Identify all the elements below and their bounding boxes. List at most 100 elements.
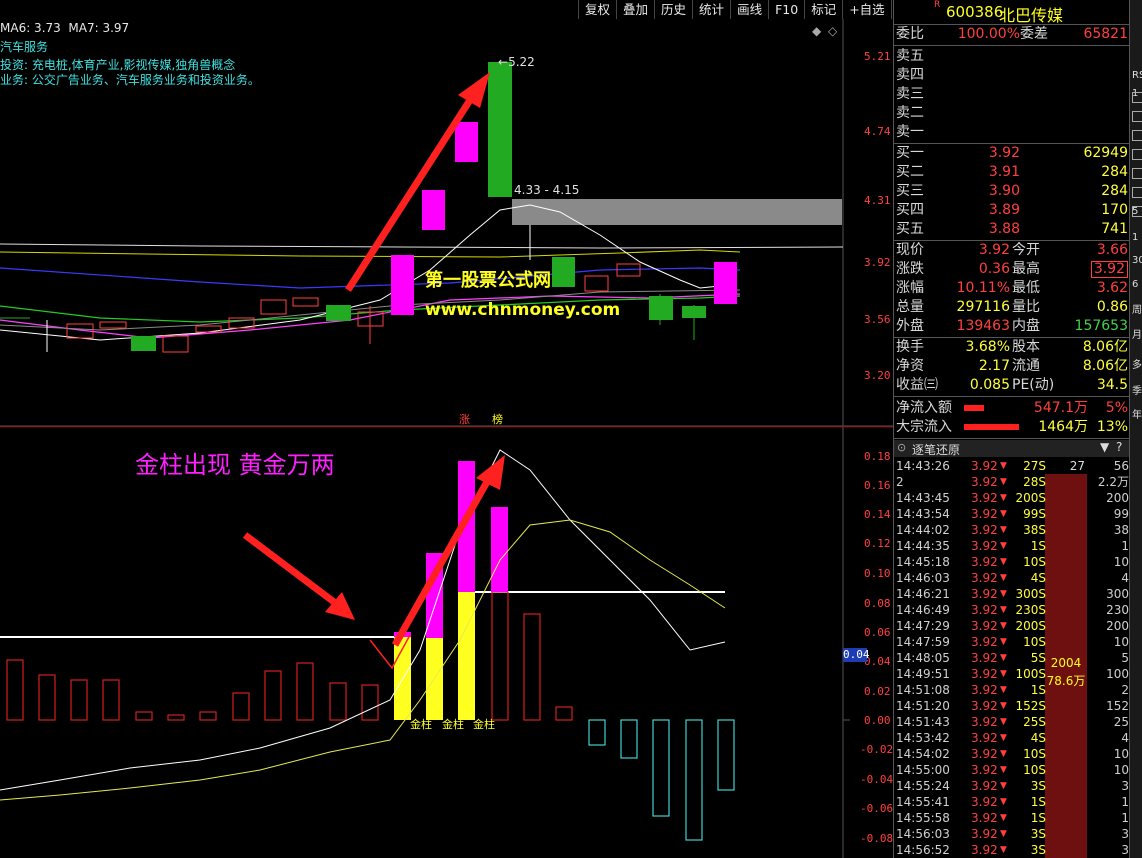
period-button[interactable]: 年 <box>1132 406 1142 421</box>
ask-level: 卖三 <box>896 86 924 102</box>
bid-level: 买四 3.89 170 <box>896 202 1128 218</box>
ticks-header[interactable]: ⊙ 逐笔还原 ▼ ? <box>894 440 1130 457</box>
period-button[interactable]: 30 <box>1132 255 1142 266</box>
r-mark: R <box>934 0 941 10</box>
tick-row: 14:46:03 3.92 ▼ 4S 4 <box>896 571 1129 585</box>
negative-bars <box>588 719 735 841</box>
indicator-tick: -0.04 <box>860 773 894 786</box>
indicator-tick: 0.16 <box>864 479 891 492</box>
golden-bar-label: 金柱 <box>442 718 464 731</box>
ma-legend: MA6: 3.73 MA7: 3.97 <box>0 21 129 35</box>
history-button[interactable]: 历史 <box>654 0 693 19</box>
tool-icon[interactable] <box>1132 187 1142 198</box>
price-tick: 5.21 <box>864 50 891 63</box>
tool-icon[interactable] <box>1132 168 1142 179</box>
tick-row: 14:47:29 3.92 ▼ 200S 200 <box>896 619 1129 633</box>
indicator-tick: 0.18 <box>864 450 891 463</box>
collapse-icon[interactable]: ⊙ <box>897 441 906 454</box>
indicator-tick: 0.12 <box>864 537 891 550</box>
quote-header: R 600386 北巴传媒 <box>894 0 1130 25</box>
limit-up-badge: 涨 <box>459 413 470 426</box>
stat-row: 净资 2.17 流通 8.06亿 <box>896 358 1128 374</box>
tool-icon[interactable] <box>1132 149 1142 160</box>
indicator-tick: 0.00 <box>864 714 891 727</box>
tick-row: 14:55:41 3.92 ▼ 1S 1 <box>896 795 1129 809</box>
period-button[interactable]: RS <box>1132 70 1142 81</box>
restore-rights-button[interactable]: 复权 <box>578 0 617 19</box>
minimize-icon[interactable]: ◇ <box>828 24 837 38</box>
ticks-title: 逐笔还原 <box>912 443 961 457</box>
period-button[interactable]: 月 <box>1132 326 1142 341</box>
toolbar: 复权 叠加 历史 统计 画线 F10 标记 +自选 返回 <box>578 0 929 19</box>
range-label: 4.33 - 4.15 <box>514 183 580 197</box>
period-button[interactable]: 1 <box>1132 232 1138 243</box>
mark-button[interactable]: 标记 <box>804 0 843 19</box>
bid-level: 买三 3.90 284 <box>896 183 1128 199</box>
tool-icon[interactable] <box>1132 92 1142 103</box>
tick-row: 14:48:05 3.92 ▼ 5S 5 <box>896 651 1129 665</box>
tool-icon[interactable] <box>1132 111 1142 122</box>
overlay-button[interactable]: 叠加 <box>616 0 655 19</box>
ask-level: 卖一 <box>896 124 924 140</box>
stat-row: 收益㈢ 0.085 PE(动) 34.5 <box>896 377 1128 393</box>
tick-row: 14:43:45 3.92 ▼ 200S 200 <box>896 491 1129 505</box>
stat-row: 总量 297116 量比 0.86 <box>896 299 1128 315</box>
price-tick: 3.20 <box>864 369 891 382</box>
indicator-tick: 0.02 <box>864 685 891 698</box>
bid-level: 买一 3.92 62949 <box>896 145 1128 161</box>
indicator-tick: 0.10 <box>864 567 891 580</box>
indicator-tick: -0.02 <box>860 743 894 756</box>
bid-level: 买二 3.91 284 <box>896 164 1128 180</box>
period-button[interactable]: 6 <box>1132 279 1138 290</box>
price-tick: 3.92 <box>864 256 891 269</box>
period-button[interactable]: 多 <box>1132 356 1142 371</box>
f10-button[interactable]: F10 <box>768 0 805 19</box>
watermark-title: 第一股票公式网 <box>425 270 551 291</box>
ma7-label: MA7: 3.97 <box>68 21 130 35</box>
tick-row: 14:44:35 3.92 ▼ 1S 1 <box>896 539 1129 553</box>
tool-icon[interactable] <box>1132 130 1142 141</box>
settings-icon[interactable]: ◆ <box>812 24 821 38</box>
period-button[interactable]: 周 <box>1132 301 1142 316</box>
ask-level: 卖二 <box>896 105 924 121</box>
tick-row: 14:51:20 3.92 ▼ 152S 152 <box>896 699 1129 713</box>
statistics-button[interactable]: 统计 <box>692 0 731 19</box>
indicator-tick: 0.14 <box>864 508 891 521</box>
draw-line-button[interactable]: 画线 <box>730 0 769 19</box>
ranking-badge: 榜 <box>492 413 503 426</box>
tick-row: 14:53:42 3.92 ▼ 4S 4 <box>896 731 1129 745</box>
tick-row: 14:55:00 3.92 ▼ 10S 10 <box>896 763 1129 777</box>
stat-row: 外盘 139463 内盘 157653 <box>896 318 1128 334</box>
ma6-label: MA6: 3.73 <box>0 21 61 35</box>
stat-row: 换手 3.68% 股本 8.06亿 <box>896 339 1128 355</box>
stat-row: 涨跌 0.36 最高 3.92 <box>894 260 1130 279</box>
price-tick: 4.74 <box>864 125 891 138</box>
flow-row: 大宗流入 1464万 13% <box>896 419 1128 435</box>
golden-bar-label: 金柱 <box>410 718 432 731</box>
current-indicator-value: 0.04 <box>843 648 870 662</box>
tick-row: 14:56:03 3.92 ▼ 3S 3 <box>896 827 1129 841</box>
tool-icon[interactable] <box>1132 206 1142 217</box>
flow-bar <box>964 424 1019 430</box>
period-button[interactable]: 季 <box>1132 382 1142 397</box>
add-watchlist-button[interactable]: +自选 <box>842 0 891 19</box>
price-tick: 4.31 <box>864 194 891 207</box>
tick-row: 14:43:54 3.92 ▼ 99S 99 <box>896 507 1129 521</box>
tick-row: 14:46:49 3.92 ▼ 230S 230 <box>896 603 1129 617</box>
indicator-bars <box>6 591 573 721</box>
quote-panel: R 600386 北巴传媒 委比 100.00% 委差 65821 卖五 卖四 … <box>893 0 1130 858</box>
indicator-tick: 0.08 <box>864 597 891 610</box>
indicator-tick: -0.08 <box>860 832 894 845</box>
period-strip: RS151306周月多季年 <box>1129 0 1142 858</box>
tick-row: 14:55:24 3.92 ▼ 3S 3 <box>896 779 1129 793</box>
help-icon[interactable]: ? <box>1116 440 1122 454</box>
business-info: 业务: 公交广告业务、汽车服务业务和投资业务。 <box>0 73 260 87</box>
tick-row: 14:45:18 3.92 ▼ 10S 10 <box>896 555 1129 569</box>
filter-icon[interactable]: ▼ <box>1100 440 1109 454</box>
tick-row: 14:46:21 3.92 ▼ 300S 300 <box>896 587 1129 601</box>
indicator-tick: -0.06 <box>860 802 894 815</box>
sub-chart-headline: 金柱出现 黄金万两 <box>135 451 335 479</box>
tick-row: 14:51:08 3.92 ▼ 1S 2 <box>896 683 1129 697</box>
tick-row: 14:56:52 3.92 ▼ 3S 3 <box>896 843 1129 857</box>
flow-bar <box>964 405 984 411</box>
